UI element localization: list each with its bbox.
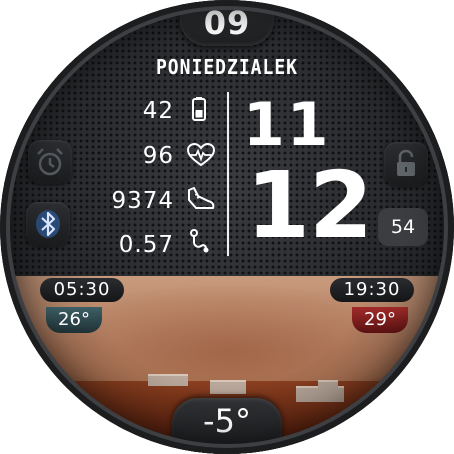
steps-value: 9374 [111,188,174,214]
bluetooth-button[interactable] [26,202,70,246]
high-temp-badge: 29° [352,307,408,333]
sunset-time: 19:30 [330,278,414,302]
low-temp-badge: 26° [46,307,102,333]
current-temperature: -5° [203,402,251,440]
day-of-month: 09 [203,4,251,42]
lock-icon [397,149,415,176]
battery-icon[interactable] [186,96,212,122]
heart-rate-value: 96 [142,143,174,169]
alarm-icon [37,148,63,176]
divider [227,92,229,256]
bluetooth-icon [36,210,60,238]
route-icon[interactable] [186,228,212,254]
sunrise-time: 05:30 [40,278,124,302]
shoe-icon[interactable] [186,186,216,212]
minute-display[interactable]: 12 [246,152,373,259]
seconds-display: 54 [378,208,428,246]
watch-face: 09 PONIEDZIALEK 42 96 9374 0.57 11 12 54… [0,0,454,454]
hour-display[interactable]: 11 [243,90,331,160]
heart-rate-icon[interactable] [186,142,216,168]
alarm-button[interactable] [28,140,72,184]
distance-value: 0.57 [118,232,174,258]
weekday-label: PONIEDZIALEK [155,55,299,80]
battery-level: 42 [142,98,174,124]
lock-button[interactable] [384,142,428,186]
